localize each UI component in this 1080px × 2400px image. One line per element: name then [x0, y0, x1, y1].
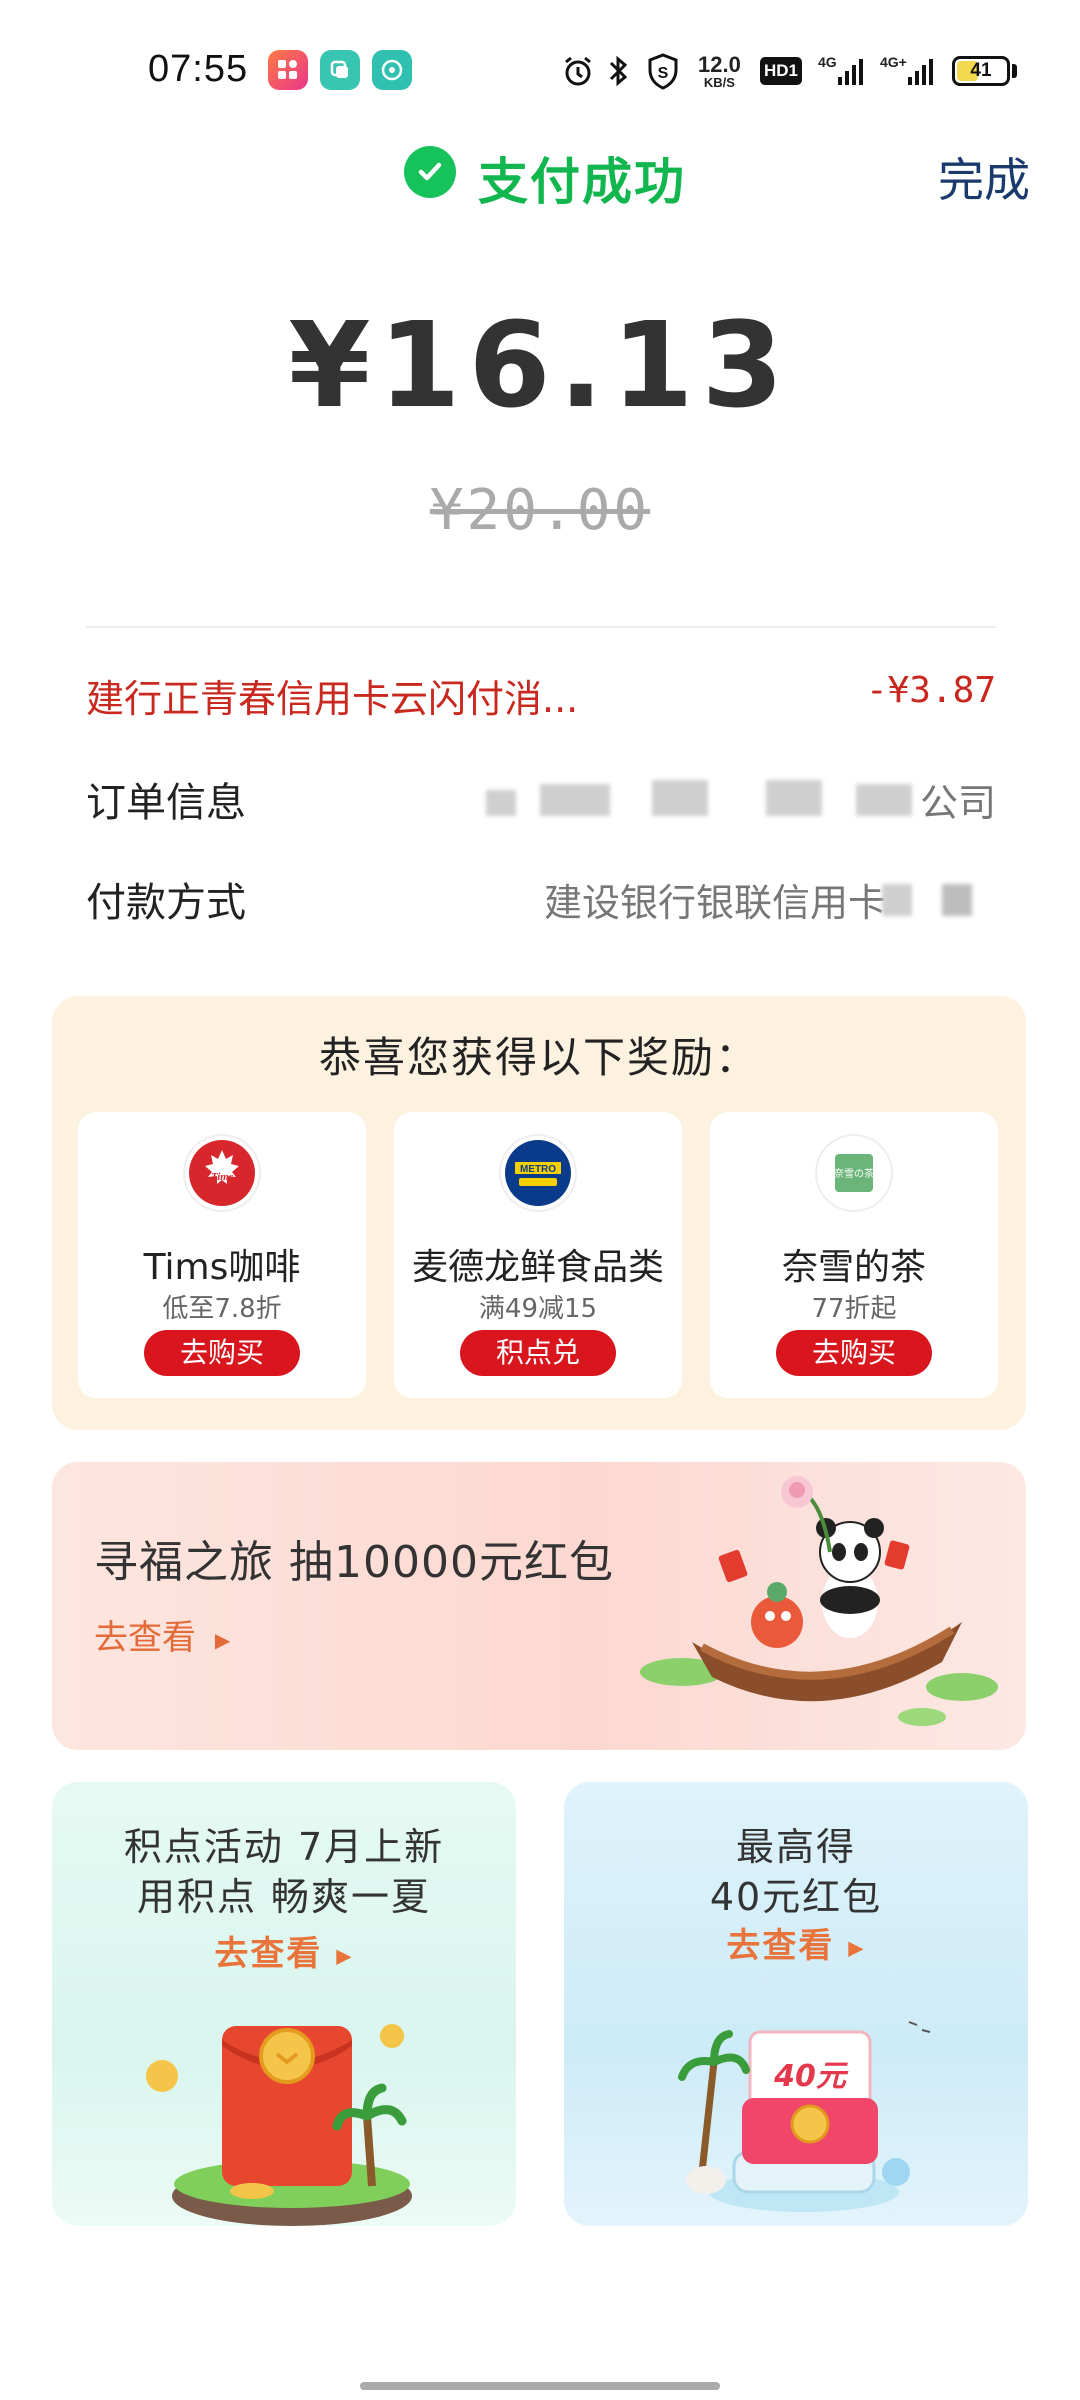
rewards-card: 恭喜您获得以下奖励： Tims Tims咖啡 低至7.8折 去购买 METRO …	[52, 996, 1026, 1430]
points-redeem-button[interactable]: 积点兑	[460, 1330, 616, 1376]
buy-button[interactable]: 去购买	[776, 1330, 932, 1376]
reward-desc: 低至7.8折	[162, 1294, 282, 1324]
hd-icon: HD1	[760, 50, 803, 92]
order-info-label: 订单信息	[86, 780, 246, 826]
promo-line-2: 40元红包	[709, 1875, 883, 1919]
app-notification-icon	[320, 50, 360, 90]
red-packet-badge: 40元	[773, 2059, 849, 2094]
promo-link-text: 去查看	[726, 1926, 835, 1966]
status-time: 07:55	[148, 48, 249, 90]
triangle-right-icon: ▶	[214, 1627, 231, 1652]
battery-percent: 41	[970, 60, 992, 81]
payment-method-label: 付款方式	[86, 880, 246, 926]
reward-item-metro[interactable]: METRO 麦德龙鲜食品类 满49减15 积点兑	[394, 1112, 682, 1398]
battery-icon: 41	[952, 56, 1010, 86]
battery-tip	[1012, 64, 1017, 78]
rewards-title: 恭喜您获得以下奖励：	[318, 1033, 759, 1082]
signal-2-icon: 4G+	[880, 50, 937, 92]
metro-logo-text: METRO	[520, 1164, 556, 1175]
reward-item-naixue[interactable]: 奈雪の茶 奈雪的茶 77折起 去购买	[710, 1112, 998, 1398]
redacted-text	[856, 784, 912, 816]
reward-item-tims[interactable]: Tims Tims咖啡 低至7.8折 去购买	[78, 1112, 366, 1398]
panda-boat-illustration	[640, 1476, 998, 1726]
bluetooth-icon	[606, 50, 632, 92]
order-info-value: 公司	[919, 781, 996, 825]
redacted-text	[652, 780, 708, 816]
reward-desc: 满49减15	[478, 1294, 598, 1324]
success-check-icon	[404, 146, 456, 198]
payment-method-value: 建设银行银联信用卡	[543, 881, 886, 925]
divider	[86, 626, 996, 628]
redacted-text	[540, 784, 610, 816]
done-button[interactable]: 完成	[938, 144, 1030, 210]
reward-desc: 77折起	[811, 1294, 897, 1324]
shield-icon: S	[646, 50, 680, 92]
network-speed-unit: KB/S	[703, 74, 735, 90]
redacted-text	[942, 884, 972, 916]
discount-row: 建行正青春信用卡云闪付消... -¥3.87	[86, 668, 996, 728]
paid-amount: ¥16.13	[288, 296, 792, 434]
buy-button[interactable]: 去购买	[144, 1330, 300, 1376]
promo-view-link[interactable]: 去查看 ▶	[564, 1918, 1028, 1967]
order-info-row[interactable]: 订单信息 公司	[86, 770, 996, 830]
tims-logo-icon: Tims	[183, 1134, 261, 1212]
naixue-logo-text: 奈雪の茶	[834, 1167, 874, 1180]
banner-view-link[interactable]: 去查看 ▶	[94, 1610, 230, 1659]
alarm-icon	[560, 50, 596, 92]
signal-2-label: 4G+	[880, 54, 907, 70]
promo-line-2: 用积点 畅爽一夏	[136, 1875, 432, 1919]
signal-1-label: 4G	[818, 54, 837, 70]
lucky-journey-banner[interactable]: 寻福之旅 抽10000元红包 去查看 ▶	[52, 1462, 1026, 1750]
redacted-text	[486, 790, 516, 816]
network-speed-value: 12.0	[698, 51, 741, 77]
red-packet-card[interactable]: 最高得 40元红包 去查看 ▶ 40元	[564, 1782, 1028, 2226]
discount-value: -¥3.87	[865, 670, 996, 711]
tims-logo-text: Tims	[211, 1171, 233, 1183]
redacted-text	[766, 780, 822, 816]
app-notification-icon	[372, 50, 412, 90]
reward-name: Tims咖啡	[143, 1247, 301, 1288]
home-indicator[interactable]	[360, 2382, 720, 2390]
red-envelope-island-illustration	[146, 2024, 412, 2226]
status-bar: 07:55 S 12.0 KB/S HD1 4G 4G+ 41	[0, 0, 1080, 130]
app-notification-icon	[268, 50, 308, 90]
banner-link-text: 去查看	[94, 1618, 196, 1658]
discount-label: 建行正青春信用卡云闪付消...	[86, 677, 579, 721]
banner-title: 寻福之旅 抽10000元红包	[94, 1537, 614, 1588]
naixue-logo-icon: 奈雪の茶	[815, 1134, 893, 1212]
reward-name: 奈雪的茶	[781, 1247, 926, 1288]
promo-line-1: 最高得	[735, 1825, 856, 1869]
promo-link-text: 去查看	[214, 1934, 323, 1974]
original-amount: ¥20.00	[429, 478, 651, 543]
promo-line-1: 积点活动 7月上新	[123, 1825, 445, 1869]
red-packet-beach-illustration: 40元	[678, 2021, 931, 2212]
promo-view-link[interactable]: 去查看 ▶	[52, 1926, 516, 1975]
redacted-text	[882, 884, 912, 916]
page-title: 支付成功	[478, 153, 686, 211]
payment-method-row[interactable]: 付款方式 建设银行银联信用卡	[86, 870, 996, 930]
signal-1-icon: 4G	[818, 50, 867, 92]
points-activity-card[interactable]: 积点活动 7月上新 用积点 畅爽一夏 去查看 ▶	[52, 1782, 516, 2226]
hd-label: HD1	[760, 57, 803, 85]
network-speed: 12.0 KB/S	[698, 50, 741, 92]
triangle-right-icon: ▶	[848, 1935, 866, 1960]
svg-text:S: S	[658, 65, 669, 82]
reward-name: 麦德龙鲜食品类	[411, 1247, 664, 1288]
triangle-right-icon: ▶	[336, 1943, 354, 1968]
metro-logo-icon: METRO	[499, 1134, 577, 1212]
